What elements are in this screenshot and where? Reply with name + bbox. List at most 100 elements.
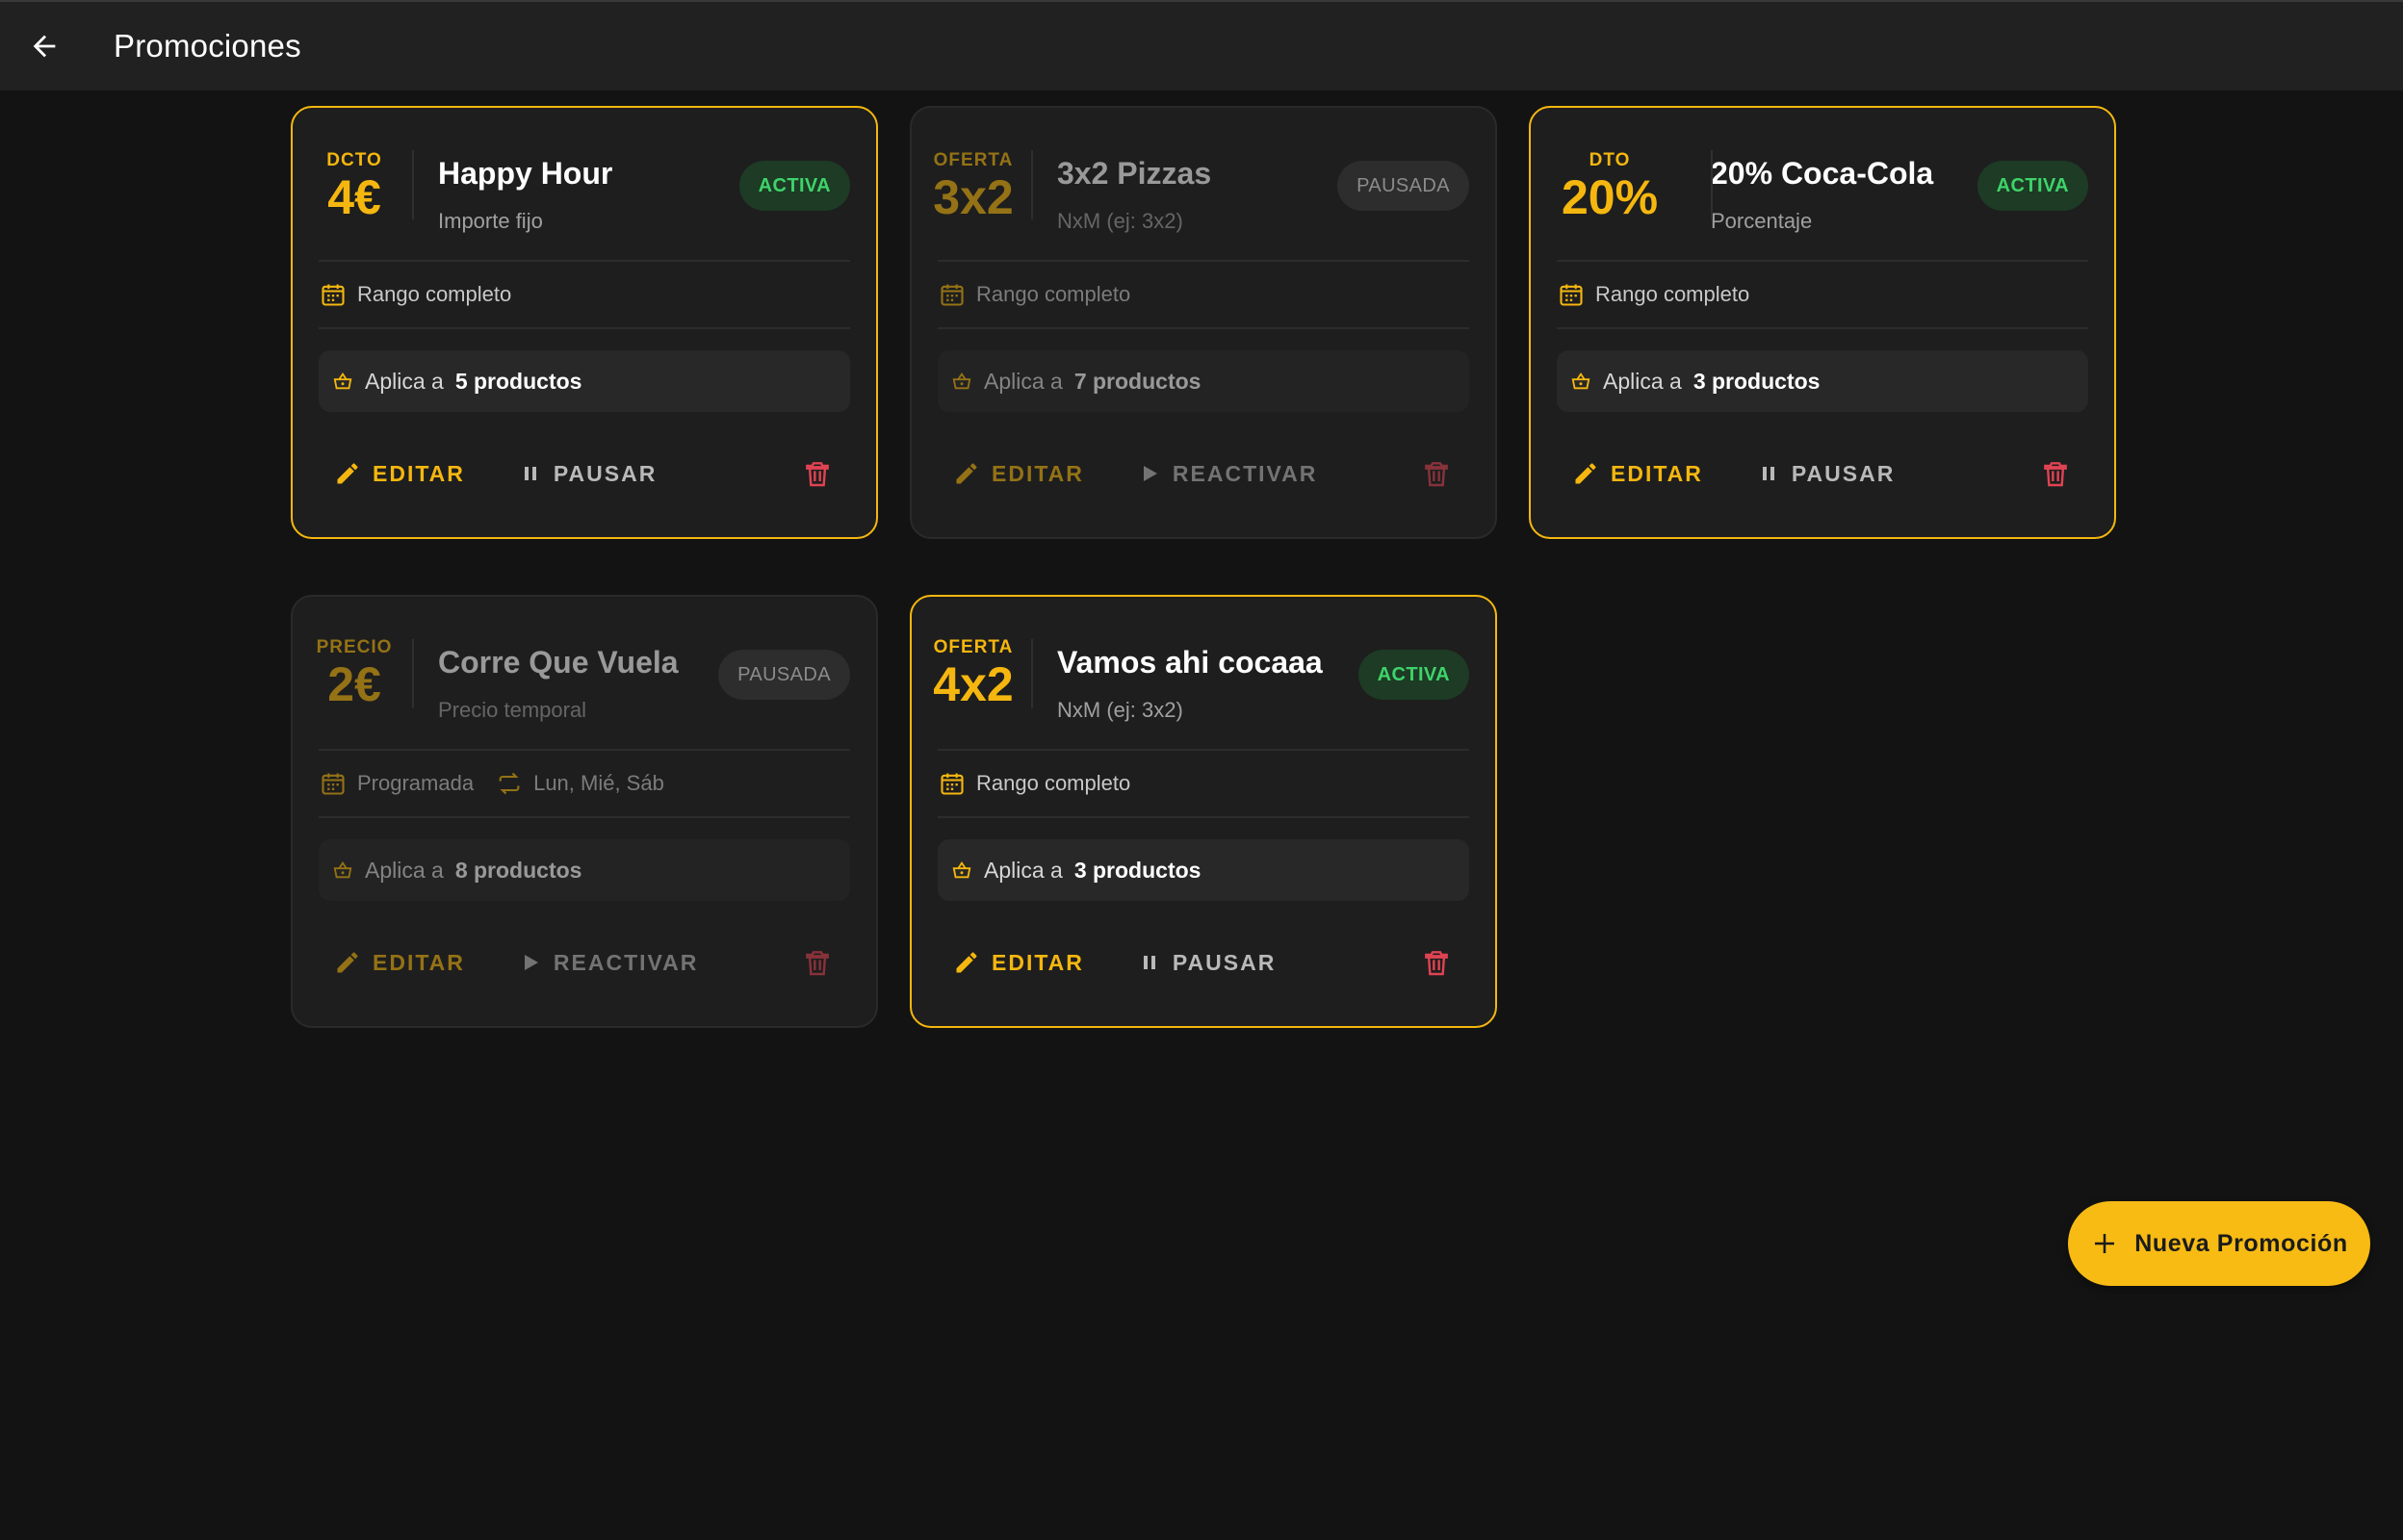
promo-value: 4€ bbox=[327, 170, 381, 224]
arrow-left-icon bbox=[33, 35, 56, 58]
plus-icon bbox=[2090, 1229, 2119, 1258]
basket-icon bbox=[1570, 371, 1591, 392]
edit-button[interactable]: EDITAR bbox=[319, 936, 480, 989]
delete-button[interactable] bbox=[1415, 452, 1458, 495]
promo-badge: OFERTA 4x2 bbox=[933, 637, 1013, 708]
page-title: Promociones bbox=[114, 28, 301, 64]
pause-button[interactable]: PAUSAR bbox=[1123, 936, 1291, 989]
promo-subtitle: Precio temporal bbox=[438, 698, 587, 722]
divider bbox=[1031, 150, 1033, 219]
divider bbox=[319, 327, 850, 329]
schedule-label: Rango completo bbox=[357, 282, 512, 306]
divider bbox=[319, 816, 850, 818]
play-icon bbox=[1138, 462, 1161, 485]
products-summary: Aplica a 3 productos bbox=[938, 839, 1469, 901]
pause-button[interactable]: PAUSAR bbox=[1742, 447, 1910, 500]
edit-label: EDITAR bbox=[373, 949, 465, 975]
divider bbox=[938, 327, 1469, 329]
new-promotion-button[interactable]: Nueva Promoción bbox=[2068, 1201, 2370, 1286]
pause-button[interactable]: PAUSAR bbox=[504, 447, 672, 500]
products-prefix: Aplica a bbox=[365, 857, 444, 883]
promo-badge: DTO 20% bbox=[1557, 150, 1663, 221]
status-badge: PAUSADA bbox=[1337, 161, 1469, 211]
products-prefix: Aplica a bbox=[984, 368, 1063, 394]
divider bbox=[1711, 150, 1713, 219]
promo-type-label: DTO bbox=[1589, 150, 1631, 170]
edit-button[interactable]: EDITAR bbox=[319, 447, 480, 500]
promo-subtitle: NxM (ej: 3x2) bbox=[1057, 209, 1183, 233]
pause-label: PAUSAR bbox=[553, 460, 658, 486]
promo-value: 4x2 bbox=[933, 657, 1014, 711]
trash-icon bbox=[806, 462, 829, 487]
basket-icon bbox=[951, 371, 972, 392]
trash-icon bbox=[1425, 951, 1448, 976]
promo-title: Vamos ahi cocaaa bbox=[1057, 645, 1323, 680]
products-summary: Aplica a 3 productos bbox=[1557, 350, 2088, 412]
pause-label: PAUSAR bbox=[1791, 460, 1896, 486]
basket-icon bbox=[332, 860, 353, 881]
promo-title: 3x2 Pizzas bbox=[1057, 156, 1212, 191]
schedule-row: Rango completo bbox=[938, 262, 1469, 327]
trash-icon bbox=[806, 951, 829, 976]
divider bbox=[412, 150, 414, 219]
products-count: 3 productos bbox=[1073, 857, 1202, 883]
products-count: 8 productos bbox=[454, 857, 582, 883]
divider bbox=[1557, 327, 2088, 329]
products-prefix: Aplica a bbox=[984, 857, 1063, 883]
delete-button[interactable] bbox=[1415, 941, 1458, 984]
promo-badge: PRECIO 2€ bbox=[317, 637, 392, 711]
status-badge: ACTIVA bbox=[1977, 161, 2088, 211]
promo-value: 3x2 bbox=[933, 170, 1014, 224]
schedule-row: Rango completo bbox=[1557, 262, 2088, 327]
edit-button[interactable]: EDITAR bbox=[1557, 447, 1718, 500]
pencil-icon bbox=[334, 460, 361, 487]
divider bbox=[938, 816, 1469, 818]
reactivate-button[interactable]: REACTIVAR bbox=[1123, 447, 1332, 500]
promo-badge: DCTO 4€ bbox=[319, 150, 390, 221]
products-summary: Aplica a 5 productos bbox=[319, 350, 850, 412]
repeat-icon bbox=[495, 769, 524, 798]
calendar-icon bbox=[319, 280, 348, 309]
promo-type-label: OFERTA bbox=[933, 637, 1014, 657]
status-badge: ACTIVA bbox=[738, 161, 850, 211]
promotion-card: OFERTA 4x2 Vamos ahi cocaaa NxM (ej: 3x2… bbox=[910, 595, 1497, 1028]
products-summary: Aplica a 7 productos bbox=[938, 350, 1469, 412]
calendar-icon bbox=[938, 280, 967, 309]
schedule-label: Programada bbox=[357, 771, 475, 795]
edit-label: EDITAR bbox=[1611, 460, 1703, 486]
promo-title: Corre Que Vuela bbox=[438, 645, 679, 680]
calendar-icon bbox=[1557, 280, 1586, 309]
promo-title: Happy Hour bbox=[438, 156, 613, 191]
schedule-row: Rango completo bbox=[319, 262, 850, 327]
edit-button[interactable]: EDITAR bbox=[938, 447, 1099, 500]
schedule-row: Rango completo bbox=[938, 751, 1469, 816]
promo-title: 20% Coca-Cola bbox=[1711, 156, 1934, 191]
status-badge: ACTIVA bbox=[1357, 650, 1469, 700]
edit-label: EDITAR bbox=[373, 460, 465, 486]
edit-button[interactable]: EDITAR bbox=[938, 936, 1099, 989]
delete-button[interactable] bbox=[2034, 452, 2077, 495]
products-prefix: Aplica a bbox=[1603, 368, 1682, 394]
pause-label: PAUSAR bbox=[1172, 949, 1277, 975]
promo-value: 20% bbox=[1561, 170, 1659, 224]
promo-value: 2€ bbox=[327, 657, 381, 711]
app-bar: Promociones bbox=[0, 0, 2403, 90]
trash-icon bbox=[1425, 462, 1448, 487]
edit-label: EDITAR bbox=[992, 949, 1084, 975]
schedule-days: Lun, Mié, Sáb bbox=[495, 769, 664, 798]
trash-icon bbox=[2044, 462, 2067, 487]
back-button[interactable] bbox=[15, 17, 73, 75]
pause-icon bbox=[519, 462, 542, 485]
reactivate-button[interactable]: REACTIVAR bbox=[504, 936, 713, 989]
products-count: 7 productos bbox=[1073, 368, 1202, 394]
promo-type-label: OFERTA bbox=[933, 150, 1014, 170]
promotion-card: OFERTA 3x2 3x2 Pizzas NxM (ej: 3x2) PAUS… bbox=[910, 106, 1497, 539]
delete-button[interactable] bbox=[796, 941, 839, 984]
products-prefix: Aplica a bbox=[365, 368, 444, 394]
pencil-icon bbox=[334, 949, 361, 976]
delete-button[interactable] bbox=[796, 452, 839, 495]
schedule-label: Rango completo bbox=[976, 282, 1131, 306]
new-promotion-label: Nueva Promoción bbox=[2134, 1229, 2348, 1257]
pause-icon bbox=[1757, 462, 1780, 485]
basket-icon bbox=[951, 860, 972, 881]
